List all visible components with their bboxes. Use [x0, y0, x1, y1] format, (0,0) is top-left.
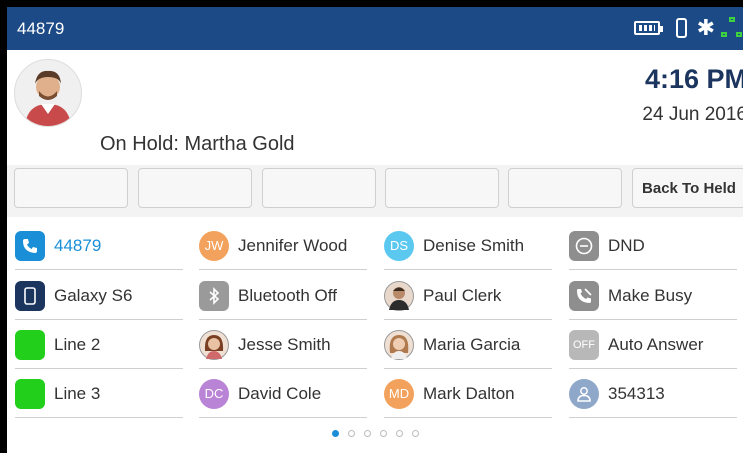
initials-avatar-icon: DS: [384, 230, 414, 261]
call-info-panel: On Hold: Martha Gold 4:16 PM 24 Jun 2016: [7, 50, 743, 163]
key-label: Paul Clerk: [423, 285, 502, 305]
clock-time: 4:16 PM: [644, 64, 743, 94]
key-dnd[interactable]: DND: [569, 222, 737, 270]
photo-avatar-icon: [384, 280, 414, 311]
clock-date: 24 Jun 2016: [642, 104, 743, 125]
key-line-1[interactable]: 44879: [15, 222, 183, 270]
mobile-phone-icon: [675, 18, 687, 38]
status-icons: ✱: [633, 13, 743, 43]
key-label: David Cole: [238, 383, 322, 403]
key-label: Line 3: [54, 383, 101, 403]
initials-avatar-icon: MD: [384, 378, 414, 409]
key-make-busy[interactable]: Make Busy: [569, 272, 737, 320]
page-dot-3[interactable]: [363, 430, 371, 437]
initials-avatar-icon: JW: [199, 230, 229, 261]
key-label: Bluetooth Off: [238, 285, 337, 305]
key-label: Auto Answer: [608, 334, 704, 354]
key-label: Denise Smith: [423, 235, 525, 255]
key-label: Line 2: [54, 334, 101, 354]
softkey-2[interactable]: [138, 168, 252, 208]
make-busy-icon: [569, 280, 599, 311]
key-bluetooth-off[interactable]: Bluetooth Off: [199, 272, 367, 320]
key-denise-smith[interactable]: DS Denise Smith: [384, 222, 552, 270]
bluetooth-icon: ✱: [696, 15, 715, 41]
key-label: DND: [608, 235, 645, 255]
key-354313[interactable]: 354313: [569, 370, 737, 418]
contact-icon: [569, 378, 599, 409]
bluetooth-icon: [199, 280, 229, 311]
key-label: Galaxy S6: [54, 285, 133, 305]
softkey-4[interactable]: [385, 168, 499, 208]
network-icon: [721, 17, 743, 39]
key-jesse-smith[interactable]: Jesse Smith: [199, 321, 367, 369]
phone-screen: 44879 ✱ On Hold: Martha Gold 4:16 PM 24 …: [7, 7, 743, 453]
key-label: Jennifer Wood: [238, 235, 348, 255]
extension-number: 44879: [17, 19, 65, 38]
key-mark-dalton[interactable]: MD Mark Dalton: [384, 370, 552, 418]
page-dot-1[interactable]: [331, 430, 339, 437]
status-bar: 44879 ✱: [7, 7, 743, 50]
key-auto-answer[interactable]: OFF Auto Answer: [569, 321, 737, 369]
caller-avatar: [14, 59, 82, 127]
key-galaxy-s6[interactable]: Galaxy S6: [15, 272, 183, 320]
mobile-phone-icon: [15, 280, 45, 311]
key-maria-garcia[interactable]: Maria Garcia: [384, 321, 552, 369]
page-indicator: [7, 430, 743, 437]
key-david-cole[interactable]: DC David Cole: [199, 370, 367, 418]
on-hold-label: On Hold: Martha Gold: [100, 133, 295, 155]
key-label: Maria Garcia: [423, 334, 521, 354]
page-dot-6[interactable]: [411, 430, 419, 437]
back-to-held-button[interactable]: Back To Held: [632, 168, 743, 208]
key-label: 44879: [54, 235, 102, 255]
battery-icon: [633, 21, 663, 35]
dnd-icon: [569, 230, 599, 261]
key-label: Mark Dalton: [423, 383, 515, 403]
softkey-5[interactable]: [508, 168, 622, 208]
softkey-bar: Back To Held: [7, 165, 743, 217]
initials-avatar-icon: DC: [199, 378, 229, 409]
photo-avatar-icon: [199, 329, 229, 360]
auto-answer-icon: OFF: [569, 329, 599, 360]
softkey-1[interactable]: [14, 168, 128, 208]
softkey-3[interactable]: [262, 168, 376, 208]
page-dot-5[interactable]: [395, 430, 403, 437]
key-paul-clerk[interactable]: Paul Clerk: [384, 272, 552, 320]
page-dot-2[interactable]: [347, 430, 355, 437]
key-line-2[interactable]: Line 2: [15, 321, 183, 369]
line-status-icon: [15, 329, 45, 360]
photo-avatar-icon: [384, 329, 414, 360]
key-jennifer-wood[interactable]: JW Jennifer Wood: [199, 222, 367, 270]
key-label: Make Busy: [608, 285, 693, 305]
page-dot-4[interactable]: [379, 430, 387, 437]
key-line-3[interactable]: Line 3: [15, 370, 183, 418]
key-label: 354313: [608, 383, 665, 403]
line-status-icon: [15, 378, 45, 409]
key-label: Jesse Smith: [238, 334, 331, 354]
phone-icon: [15, 230, 45, 261]
